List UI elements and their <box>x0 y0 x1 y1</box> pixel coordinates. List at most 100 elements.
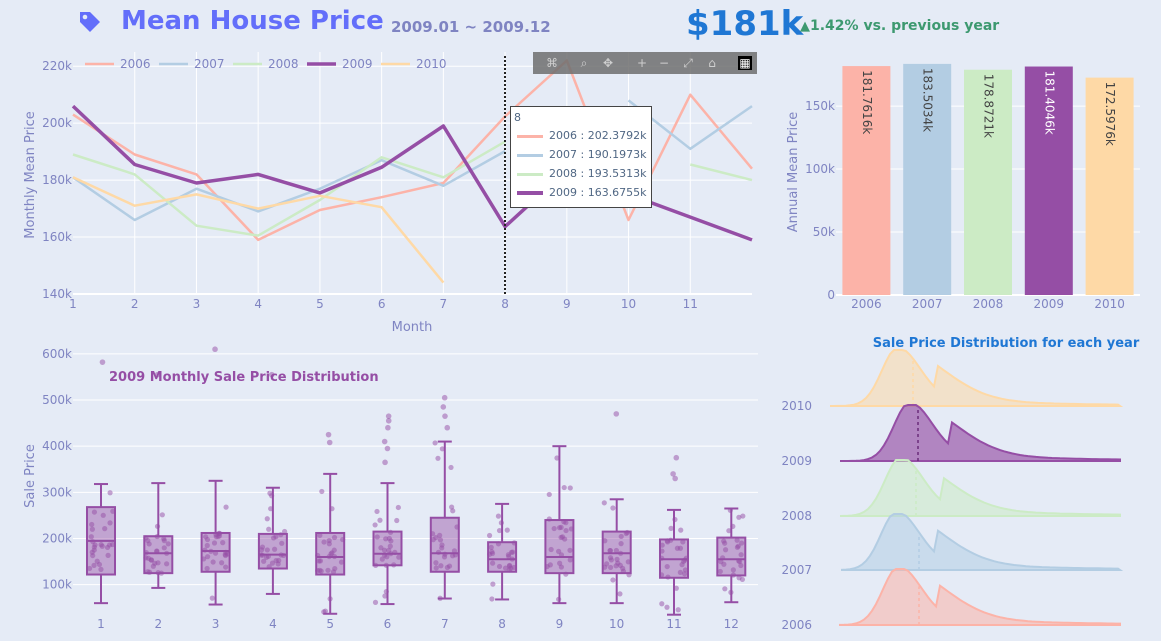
box-point <box>664 563 670 570</box>
autoscale-icon[interactable]: ⤢ <box>681 56 695 70</box>
box-point <box>454 524 460 530</box>
box-point <box>223 564 229 570</box>
box-point <box>317 532 323 538</box>
box-point <box>450 508 456 514</box>
box-point <box>89 549 95 555</box>
box-point <box>379 556 385 562</box>
box-point <box>435 549 442 555</box>
box-point <box>659 542 665 548</box>
home-icon[interactable]: ⌂ <box>705 56 719 70</box>
box-outlier <box>613 411 620 417</box>
box-point <box>437 595 443 601</box>
box-y-tick-label: 600k <box>42 347 72 361</box>
box-point <box>722 547 729 553</box>
box-point <box>106 542 113 548</box>
box-point <box>391 562 397 568</box>
box-point <box>331 534 338 541</box>
box-point <box>610 577 616 583</box>
box-point <box>89 521 95 528</box>
box-point <box>490 560 496 566</box>
box-point <box>326 541 332 547</box>
zoom-icon[interactable]: ⌕ <box>577 56 591 70</box>
box-point <box>659 601 665 607</box>
zoom-in-icon[interactable]: + <box>635 56 649 70</box>
box-point <box>395 504 401 511</box>
box-point <box>383 562 389 568</box>
box-point <box>208 548 214 554</box>
box-point <box>735 543 741 549</box>
box-point <box>325 567 331 573</box>
box-point <box>154 548 160 554</box>
box-point <box>664 604 670 610</box>
line-y-tick-label: 180k <box>42 173 72 187</box>
box-point <box>665 574 671 580</box>
hover-swatch <box>517 191 543 195</box>
box-point <box>327 596 333 602</box>
hover-row: 2009 : 163.6755k <box>517 186 647 200</box>
line-x-tick-label: 6 <box>378 297 386 311</box>
box-point <box>332 565 338 572</box>
ridge-chart-title: Sale Price Distribution for each year <box>873 336 1140 351</box>
box-point <box>607 555 614 561</box>
box-point <box>679 562 685 568</box>
box-point <box>728 589 734 595</box>
zoom-out-icon[interactable]: − <box>657 56 671 70</box>
box-point <box>602 538 608 544</box>
box-point <box>563 520 569 526</box>
box-outlier <box>440 404 447 410</box>
box-point <box>161 536 167 542</box>
box-point <box>625 559 631 565</box>
box-x-tick-label: 2 <box>154 617 162 631</box>
box-point <box>278 532 284 538</box>
box-point <box>100 512 106 518</box>
box-point <box>383 588 389 595</box>
box-y-axis-label: Sale Price <box>23 444 38 508</box>
box-point <box>677 569 683 576</box>
box-point <box>738 552 744 558</box>
line-x-tick-label: 7 <box>440 297 448 311</box>
box-point <box>556 525 563 531</box>
box-point <box>219 560 225 566</box>
box-point <box>614 556 620 562</box>
box-point <box>384 554 390 560</box>
legend-label-2008: 2008 <box>268 57 299 71</box>
box-point <box>561 484 567 491</box>
box-point <box>490 581 496 587</box>
box-point <box>394 517 400 524</box>
box-x-tick-label: 7 <box>441 617 449 631</box>
box-point <box>668 525 674 531</box>
box-point <box>318 568 324 574</box>
box-point <box>496 563 503 570</box>
box-point <box>721 538 727 544</box>
box-point <box>433 534 439 541</box>
box-x-tick-label: 5 <box>326 617 334 631</box>
box-point <box>665 539 671 545</box>
line-x-tick-label: 10 <box>621 297 636 311</box>
plotly-logo-icon[interactable]: ▦ <box>738 56 752 70</box>
ridge-label-2006: 2006 <box>781 618 812 632</box>
box-point <box>211 540 218 546</box>
pan-icon[interactable]: ✥ <box>601 56 615 70</box>
hover-row-label: 2009 : 163.6755k <box>549 186 647 199</box>
box-point <box>734 537 740 543</box>
box-point <box>164 550 170 556</box>
box-point <box>110 508 116 514</box>
box-point <box>382 593 388 599</box>
box-point <box>722 586 728 592</box>
box-point <box>623 530 629 537</box>
camera-icon[interactable]: ⌘ <box>545 56 559 70</box>
box-point <box>568 526 574 532</box>
bar-x-tick-label: 2006 <box>851 297 882 311</box>
box-point <box>338 559 345 565</box>
box-point <box>495 513 502 519</box>
bar-value-label-2006: 181.7616k <box>860 70 874 134</box>
box-point <box>441 554 448 560</box>
box-point <box>511 564 517 571</box>
line-y-tick-label: 200k <box>42 116 72 130</box>
box-point <box>618 533 624 540</box>
box-point <box>223 504 229 510</box>
box-point <box>551 525 557 532</box>
box-point <box>675 607 681 613</box>
annual-mean-price-bar-chart: 181.7616k 183.5034k 178.8721k 181.4046k 172.… <box>786 63 1140 311</box>
box-point <box>388 538 394 544</box>
